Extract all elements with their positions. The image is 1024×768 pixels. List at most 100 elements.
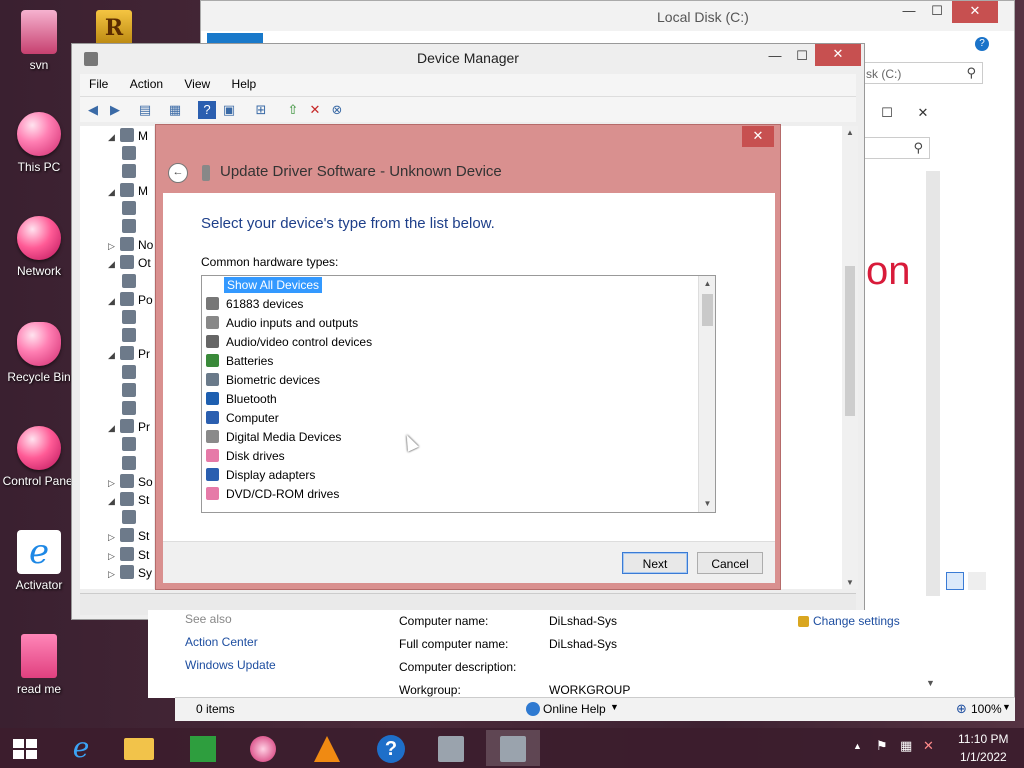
list-item[interactable]: Disk drives [206,449,287,468]
view-icon[interactable]: ▣ [220,101,238,119]
vertical-scrollbar[interactable]: ▲ ▼ [842,126,858,589]
collapse-arrow-icon[interactable]: ◢ [108,423,120,434]
zoom-level[interactable]: 100% [971,702,1002,716]
close-button[interactable]: ✕ [908,103,938,125]
list-item[interactable]: Batteries [206,354,275,373]
menu-view[interactable]: View [175,74,219,91]
desktop-icon-svn[interactable]: svn [2,10,76,72]
list-item[interactable]: Digital Media Devices [206,430,343,449]
taskbar-help[interactable]: ? [364,730,418,766]
expand-arrow-icon[interactable]: ▷ [108,569,120,580]
next-button[interactable]: Next [622,552,688,574]
scrollbar-thumb[interactable] [702,294,713,326]
taskbar-device-manager-1[interactable] [424,730,478,766]
list-item[interactable]: Biometric devices [206,373,322,392]
taskbar-file-explorer[interactable] [112,730,166,766]
scroll-up-icon[interactable]: ▲ [846,128,854,137]
details-view-icon[interactable] [946,572,964,590]
tree-node[interactable]: ◢ Pr [108,419,150,438]
scroll-down-icon[interactable]: ▼ [699,496,715,512]
cancel-button[interactable]: Cancel [697,552,763,574]
scroll-down-icon[interactable]: ▼ [926,678,935,688]
tree-node[interactable] [122,219,140,238]
show-hide-tree-icon[interactable]: ▤ [136,101,154,119]
tree-node[interactable] [122,382,140,402]
clock-date[interactable]: 1/1/2022 [960,750,1007,764]
expand-arrow-icon[interactable]: ▷ [108,478,120,489]
expand-arrow-icon[interactable]: ▷ [108,551,120,562]
tree-node[interactable]: ◢ Pr [108,346,150,365]
tree-node[interactable] [122,200,140,220]
menu-help[interactable]: Help [223,74,266,91]
collapse-arrow-icon[interactable]: ◢ [108,350,120,361]
list-scrollbar[interactable]: ▲ ▼ [698,276,715,512]
tree-node[interactable] [122,510,140,529]
desktop-icon-activator[interactable]: e Activator [2,530,76,592]
winrar-icon[interactable]: R [96,10,132,46]
tree-node[interactable] [122,437,140,456]
minimize-button[interactable]: — [894,1,924,23]
expand-arrow-icon[interactable]: ▷ [108,241,120,252]
menu-action[interactable]: Action [121,74,172,91]
tree-node[interactable]: ▷ Sy [108,564,152,584]
change-settings-link[interactable]: Change settings [813,614,900,628]
list-item[interactable]: Audio/video control devices [206,335,374,354]
tree-node[interactable]: ◢ St [108,492,149,511]
close-button[interactable]: ✕ [815,44,861,66]
tree-node[interactable] [122,328,140,347]
help-icon[interactable]: ? [198,101,216,119]
tree-node[interactable] [122,364,140,384]
action-center-link[interactable]: Action Center [185,635,258,649]
scroll-up-icon[interactable]: ▲ [699,276,715,292]
expand-arrow-icon[interactable]: ▷ [108,532,120,543]
help-icon[interactable]: ? [975,37,989,51]
taskbar-device-manager-2[interactable] [486,730,540,766]
clock-time[interactable]: 11:10 PM [958,732,1008,746]
collapse-arrow-icon[interactable]: ◢ [108,132,120,143]
back-arrow-icon[interactable]: ← [168,163,188,183]
desktop-icon-read-me[interactable]: read me [2,634,76,696]
back-arrow-icon[interactable]: ◀ [84,101,102,119]
list-item[interactable]: Audio inputs and outputs [206,316,360,335]
tree-node[interactable]: ◢ M [108,128,148,147]
list-item[interactable]: DVD/CD-ROM drives [206,487,341,506]
scrollbar-thumb[interactable] [845,266,855,416]
properties-icon[interactable]: ▦ [166,101,184,119]
start-button[interactable] [0,730,50,766]
tree-node[interactable] [122,164,140,183]
scroll-down-icon[interactable]: ▼ [846,578,854,587]
tray-expand-icon[interactable]: ▲ [853,741,862,751]
vertical-scrollbar[interactable] [926,171,940,596]
minimize-button[interactable]: — [760,46,790,68]
collapse-arrow-icon[interactable]: ◢ [108,496,120,507]
scan-hardware-icon[interactable]: ⊞ [252,101,270,119]
hardware-types-list[interactable]: ▲ ▼ Show All Devices 61883 devices Audio i… [201,275,716,513]
tree-node[interactable] [122,401,140,420]
tree-node[interactable] [122,273,140,293]
close-button[interactable]: ✕ [952,1,998,23]
list-item[interactable]: Display adapters [206,468,317,487]
list-item[interactable]: Computer [206,411,281,430]
network-icon[interactable]: ▦ [900,738,912,754]
desktop-icon-this-pc[interactable]: This PC [2,112,76,174]
maximize-button[interactable]: ☐ [922,1,952,23]
maximize-button[interactable]: ☐ [787,46,817,68]
taskbar-internet-explorer[interactable]: e [54,730,108,766]
list-item[interactable]: 61883 devices [206,297,305,316]
taskbar-store[interactable] [176,730,230,766]
tree-node[interactable]: ▷ No [108,237,153,256]
search-box[interactable]: sk (C:) ⚲ [861,62,983,84]
chevron-down-icon[interactable]: ▼ [1002,702,1011,712]
windows-update-link[interactable]: Windows Update [185,658,276,672]
list-item[interactable]: Show All Devices [206,277,323,297]
large-icons-view-icon[interactable] [968,572,986,590]
desktop-icon-recycle-bin[interactable]: Recycle Bin [2,322,76,384]
chevron-down-icon[interactable]: ▼ [610,702,619,712]
maximize-button[interactable]: ☐ [872,103,902,125]
collapse-arrow-icon[interactable]: ◢ [108,296,120,307]
uninstall-device-icon[interactable]: ✕ [306,101,324,119]
taskbar-vlc[interactable] [300,730,354,766]
desktop-icon-network[interactable]: Network [2,216,76,278]
tree-node[interactable]: ◢ Ot [108,255,151,274]
list-item[interactable]: Bluetooth [206,392,279,411]
